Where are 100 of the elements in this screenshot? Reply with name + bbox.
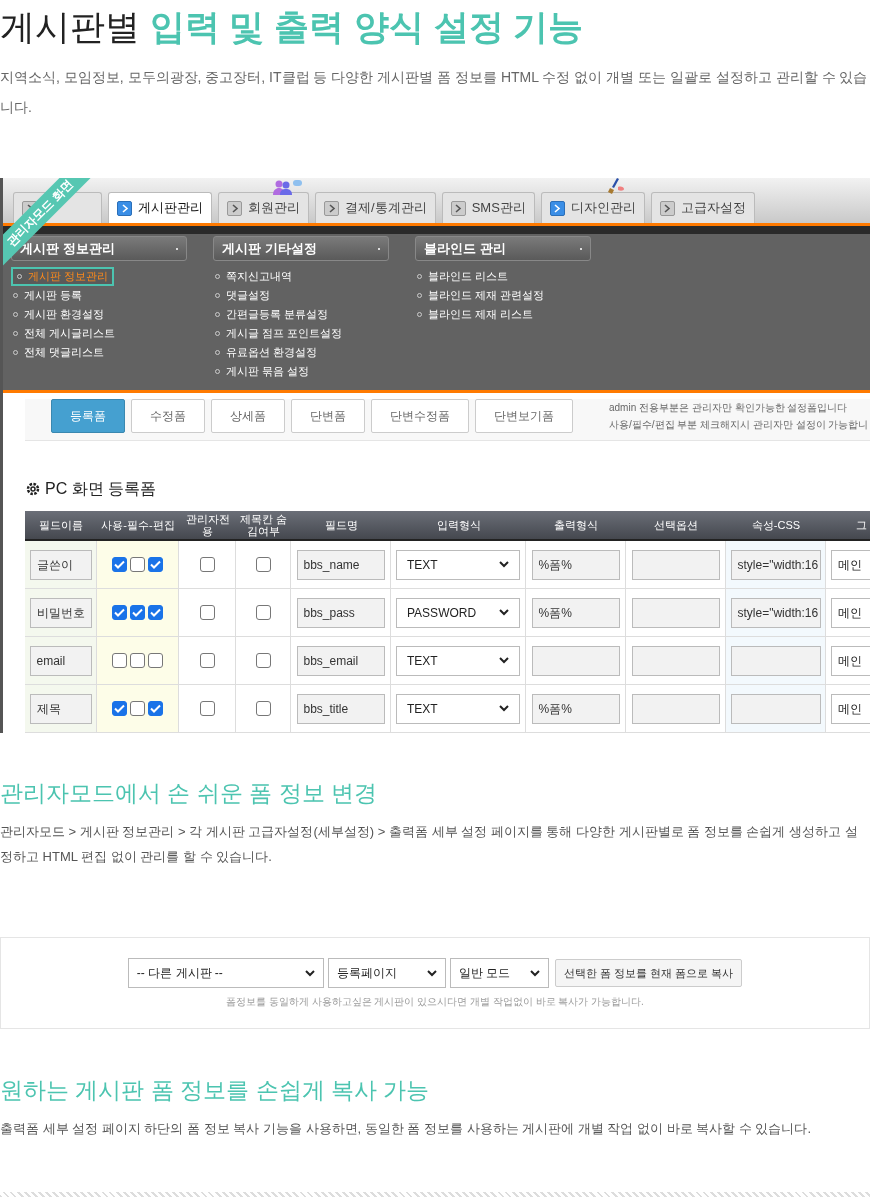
checkbox[interactable] xyxy=(112,605,127,620)
copy-note: 폼정보를 동일하게 사용하고싶은 게시판이 있으시다면 개별 작업없이 바로 복사가 가능합니다. xyxy=(226,995,644,1009)
chevron-down-icon xyxy=(529,969,540,977)
column-header: 관리자전용 xyxy=(184,512,231,539)
menu-item[interactable]: 댓글설정 xyxy=(213,286,389,305)
checkbox[interactable] xyxy=(199,653,215,668)
menu-tab[interactable]: 고급자설정 xyxy=(650,192,755,223)
checkbox[interactable] xyxy=(130,701,145,716)
field-label-input[interactable]: 비밀번호 xyxy=(29,597,92,628)
input-type-select[interactable]: TEXT xyxy=(396,693,520,724)
dropdown[interactable]: 등록페이지 xyxy=(327,958,446,988)
form-tab-button[interactable]: 단변수정폼 xyxy=(371,399,469,433)
chevron-down-icon xyxy=(499,609,509,616)
section-heading: 관리자모드에서 손 쉬운 폼 정보 변경 xyxy=(0,779,378,808)
checkbox[interactable] xyxy=(112,557,127,572)
checkbox[interactable] xyxy=(255,653,271,668)
field-label-input[interactable]: email xyxy=(29,645,92,676)
checkbox[interactable] xyxy=(112,653,127,668)
field-name-input[interactable]: bbs_email xyxy=(296,645,385,676)
input-type-select[interactable]: TEXT xyxy=(396,645,520,676)
menu-item[interactable]: 유료옵션 환경설정 xyxy=(213,343,389,362)
menu-item[interactable]: 게시글 점프 포인트설정 xyxy=(213,324,389,343)
column-header: 필드이름 xyxy=(38,518,84,533)
checkbox[interactable] xyxy=(148,653,163,668)
checkbox[interactable] xyxy=(255,701,271,716)
input-type-select[interactable]: PASSWORD xyxy=(396,597,520,628)
checkbox[interactable] xyxy=(130,605,145,620)
dropdown[interactable]: -- 다른 게시판 -- xyxy=(127,958,324,988)
chevron-down-icon xyxy=(304,969,315,977)
css-input[interactable] xyxy=(730,693,821,724)
form-tab-button[interactable]: 단변보기폼 xyxy=(475,399,573,433)
menu-item[interactable]: 간편글등록 분류설정 xyxy=(213,305,389,324)
menu-item[interactable]: 블라인드 제재 관련설정 xyxy=(415,286,591,305)
output-format-input[interactable]: %폼% xyxy=(531,597,620,628)
admin-note: admin 전용부분은 관리자만 확인가능한 설정폼입니다 xyxy=(609,401,849,415)
checkbox[interactable] xyxy=(199,701,215,716)
field-name-input[interactable]: bbs_pass xyxy=(296,597,385,628)
checkbox[interactable] xyxy=(148,605,163,620)
menu-tab[interactable]: 디자인관리 xyxy=(540,192,645,223)
group-select[interactable]: 메인 xyxy=(831,597,870,628)
group-select[interactable]: 메인 xyxy=(831,549,870,580)
page-title: 게시판별 입력 및 출력 양식 설정 기능 xyxy=(0,6,585,48)
menu-header: 게시판 기타설정 xyxy=(213,236,389,261)
checkbox[interactable] xyxy=(148,557,163,572)
settings-icon xyxy=(25,481,41,497)
menu-tab[interactable]: 결제/통계관리 xyxy=(315,192,436,223)
column-header: 제목칸 숨김여부 xyxy=(238,512,289,539)
output-format-input[interactable]: %폼% xyxy=(531,549,620,580)
select-options-input[interactable] xyxy=(631,693,720,724)
form-tab-button[interactable]: 상세폼 xyxy=(211,399,285,433)
form-tab-button[interactable]: 수정폼 xyxy=(131,399,205,433)
input-type-select[interactable]: TEXT xyxy=(396,549,520,580)
field-label-input[interactable]: 글쓴이 xyxy=(29,549,92,580)
menu-item[interactable]: 쪽지신고내역 xyxy=(213,267,389,286)
checkbox[interactable] xyxy=(255,557,271,572)
css-input[interactable]: style="width:16 xyxy=(730,549,821,580)
output-format-input[interactable]: %폼% xyxy=(531,693,620,724)
menu-item[interactable]: 전체 댓글리스트 xyxy=(11,343,187,362)
checkbox[interactable] xyxy=(255,605,271,620)
css-input[interactable] xyxy=(730,645,821,676)
menu-tab[interactable]: 게시판관리 xyxy=(108,192,212,223)
column-header: 사용-필수-편집 xyxy=(100,518,176,533)
group-select[interactable]: 메인 xyxy=(831,693,870,724)
menu-tab[interactable]: 회원관리 xyxy=(218,192,309,223)
field-name-input[interactable]: bbs_title xyxy=(296,693,385,724)
checkbox[interactable] xyxy=(130,557,145,572)
chevron-down-icon xyxy=(499,705,509,712)
field-label-input[interactable]: 제목 xyxy=(29,693,92,724)
field-name-input[interactable]: bbs_name xyxy=(296,549,385,580)
section-text: 출력폼 세부 설정 페이지 하단의 폼 정보 복사 기능을 사용하면, 동일한 폼 정보를 사용하는 게시판에 개별 작업 없이 바로 복사할 수 있습니다. xyxy=(0,1120,813,1138)
checkbox[interactable] xyxy=(148,701,163,716)
menu-item[interactable]: 게시판 환경설정 xyxy=(11,305,187,324)
menu-item[interactable]: 블라인드 제재 리스트 xyxy=(415,305,591,324)
checkbox[interactable] xyxy=(130,653,145,668)
select-options-input[interactable] xyxy=(631,645,720,676)
group-select[interactable]: 메인 xyxy=(831,645,870,676)
menu-item[interactable]: 게시판 등록 xyxy=(11,286,187,305)
section-heading: 원하는 게시판 폼 정보를 손쉽게 복사 가능 xyxy=(0,1076,431,1105)
column-header: 그 xyxy=(854,518,868,533)
select-options-input[interactable] xyxy=(631,549,720,580)
column-header: 속성-CSS xyxy=(750,518,802,533)
column-header: 필드명 xyxy=(323,518,359,533)
form-title: PC 화면 등록폼 xyxy=(45,479,157,499)
checkbox[interactable] xyxy=(112,701,127,716)
brush-icon xyxy=(606,178,625,194)
menu-item[interactable]: 게시판 묶음 설정 xyxy=(213,362,389,381)
menu-item[interactable]: 블라인드 리스트 xyxy=(415,267,591,286)
menu-item[interactable]: 전체 게시글리스트 xyxy=(11,324,187,343)
checkbox[interactable] xyxy=(199,605,215,620)
section-text: 관리자모드 > 게시판 정보관리 > 각 게시판 고급자설정(세부설정) > 출력폼 세부 설정 페이지를 통해 다양한 게시판별로 폼 정보를 손쉽게 생성하고 설정하고 HTML 편집 없이 관리를 할 수 있습니다. xyxy=(0,823,859,866)
select-options-input[interactable] xyxy=(631,597,720,628)
menu-tab[interactable]: SMS관리 xyxy=(441,192,535,223)
form-tab-button[interactable]: 단변폼 xyxy=(291,399,365,433)
checkbox[interactable] xyxy=(199,557,215,572)
chevron-down-icon xyxy=(499,561,509,568)
output-format-input[interactable] xyxy=(531,645,620,676)
dropdown[interactable]: 일반 모드 xyxy=(449,958,549,988)
menu-header: 블라인드 관리 xyxy=(415,236,591,261)
css-input[interactable]: style="width:16 xyxy=(730,597,821,628)
copy-button[interactable]: 선택한 폼 정보를 현재 폼으로 복사 xyxy=(554,959,743,987)
